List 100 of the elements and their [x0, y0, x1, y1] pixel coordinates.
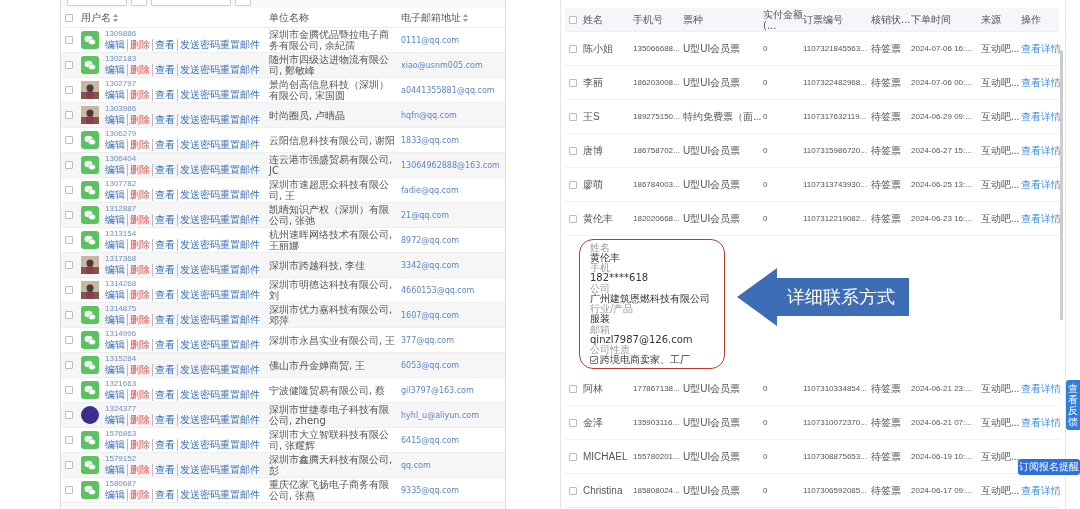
filter-field[interactable] [67, 0, 127, 6]
row-checkbox[interactable] [65, 386, 73, 394]
row-checkbox[interactable] [569, 452, 577, 461]
view-details-link[interactable]: 查看详情 [1021, 41, 1061, 56]
row-checkbox[interactable] [65, 436, 73, 444]
sort-icon[interactable] [463, 13, 468, 22]
row-checkbox[interactable] [569, 418, 577, 427]
row-checkbox[interactable] [569, 146, 577, 155]
action-link[interactable]: 发送密码重置邮件 [177, 489, 262, 501]
action-link[interactable]: 查看 [152, 264, 177, 276]
action-link[interactable]: 编辑 [105, 214, 127, 226]
delete-link[interactable]: 删除 [127, 214, 152, 226]
action-link[interactable]: 编辑 [105, 89, 127, 101]
action-link[interactable]: 编辑 [105, 314, 127, 326]
delete-link[interactable]: 删除 [127, 314, 152, 326]
action-link[interactable]: 发送密码重置邮件 [177, 239, 262, 251]
row-checkbox[interactable] [65, 486, 73, 494]
action-link[interactable]: 编辑 [105, 414, 127, 426]
delete-link[interactable]: 删除 [127, 114, 152, 126]
delete-link[interactable]: 删除 [127, 89, 152, 101]
action-link[interactable]: 发送密码重置邮件 [177, 64, 262, 76]
action-link[interactable]: 编辑 [105, 189, 127, 201]
row-checkbox[interactable] [65, 411, 73, 419]
delete-link[interactable]: 删除 [127, 339, 152, 351]
view-details-link[interactable]: 查看详情 [1021, 415, 1061, 430]
delete-link[interactable]: 删除 [127, 489, 152, 501]
delete-link[interactable]: 删除 [127, 389, 152, 401]
view-details-link[interactable]: 查看详情 [1021, 143, 1061, 158]
action-link[interactable]: 发送密码重置邮件 [177, 139, 262, 151]
delete-link[interactable]: 删除 [127, 289, 152, 301]
row-checkbox[interactable] [65, 461, 73, 469]
row-checkbox[interactable] [569, 112, 577, 121]
row-checkbox[interactable] [65, 36, 73, 44]
action-link[interactable]: 发送密码重置邮件 [177, 339, 262, 351]
action-link[interactable]: 查看 [152, 314, 177, 326]
action-link[interactable]: 发送密码重置邮件 [177, 214, 262, 226]
row-checkbox[interactable] [65, 261, 73, 269]
delete-link[interactable]: 删除 [127, 64, 152, 76]
delete-link[interactable]: 删除 [127, 264, 152, 276]
action-link[interactable]: 编辑 [105, 114, 127, 126]
select-all-checkbox[interactable] [569, 15, 577, 24]
delete-link[interactable]: 删除 [127, 164, 152, 176]
action-link[interactable]: 编辑 [105, 339, 127, 351]
view-details-link[interactable]: 查看详情 [1021, 211, 1061, 226]
action-link[interactable]: 查看 [152, 239, 177, 251]
row-checkbox[interactable] [65, 286, 73, 294]
action-link[interactable]: 编辑 [105, 164, 127, 176]
select-all-checkbox[interactable] [65, 13, 73, 22]
action-link[interactable]: 查看 [152, 214, 177, 226]
row-checkbox[interactable] [65, 311, 73, 319]
delete-link[interactable]: 删除 [127, 414, 152, 426]
sort-icon[interactable] [113, 13, 118, 22]
delete-link[interactable]: 删除 [127, 139, 152, 151]
action-link[interactable]: 发送密码重置邮件 [177, 89, 262, 101]
delete-link[interactable]: 删除 [127, 39, 152, 51]
scroll-thumb[interactable] [1060, 50, 1063, 320]
row-checkbox[interactable] [65, 186, 73, 194]
action-link[interactable]: 查看 [152, 64, 177, 76]
view-details-link[interactable]: 查看详情 [1021, 483, 1061, 498]
subscribe-button[interactable]: 订阅报名提醒 [1018, 459, 1080, 475]
row-checkbox[interactable] [569, 384, 577, 393]
delete-link[interactable]: 删除 [127, 364, 152, 376]
row-checkbox[interactable] [65, 111, 73, 119]
action-link[interactable]: 查看 [152, 414, 177, 426]
view-details-link[interactable]: 查看详情 [1021, 381, 1061, 396]
action-link[interactable]: 发送密码重置邮件 [177, 314, 262, 326]
action-link[interactable]: 发送密码重置邮件 [177, 439, 262, 451]
action-link[interactable]: 编辑 [105, 289, 127, 301]
view-details-link[interactable]: 查看详情 [1021, 109, 1061, 124]
action-link[interactable]: 编辑 [105, 39, 127, 51]
action-link[interactable]: 查看 [152, 39, 177, 51]
search-field[interactable] [151, 0, 231, 6]
view-details-link[interactable]: 查看详情 [1021, 177, 1061, 192]
action-link[interactable]: 编辑 [105, 239, 127, 251]
search-button[interactable] [235, 0, 251, 6]
action-link[interactable]: 编辑 [105, 264, 127, 276]
row-checkbox[interactable] [65, 236, 73, 244]
row-checkbox[interactable] [65, 336, 73, 344]
action-link[interactable]: 编辑 [105, 389, 127, 401]
action-link[interactable]: 编辑 [105, 489, 127, 501]
action-link[interactable]: 发送密码重置邮件 [177, 289, 262, 301]
action-link[interactable]: 查看 [152, 114, 177, 126]
delete-link[interactable]: 删除 [127, 439, 152, 451]
action-link[interactable]: 查看 [152, 464, 177, 476]
action-link[interactable]: 查看 [152, 139, 177, 151]
row-checkbox[interactable] [569, 78, 577, 87]
row-checkbox[interactable] [569, 44, 577, 53]
action-link[interactable]: 查看 [152, 189, 177, 201]
row-checkbox[interactable] [65, 61, 73, 69]
action-link[interactable]: 发送密码重置邮件 [177, 464, 262, 476]
action-link[interactable]: 查看 [152, 339, 177, 351]
action-link[interactable]: 发送密码重置邮件 [177, 39, 262, 51]
action-link[interactable]: 发送密码重置邮件 [177, 164, 262, 176]
action-link[interactable]: 编辑 [105, 464, 127, 476]
action-link[interactable]: 发送密码重置邮件 [177, 264, 262, 276]
action-link[interactable]: 查看 [152, 89, 177, 101]
action-link[interactable]: 查看 [152, 364, 177, 376]
row-checkbox[interactable] [65, 86, 73, 94]
action-link[interactable]: 查看 [152, 164, 177, 176]
delete-link[interactable]: 删除 [127, 189, 152, 201]
